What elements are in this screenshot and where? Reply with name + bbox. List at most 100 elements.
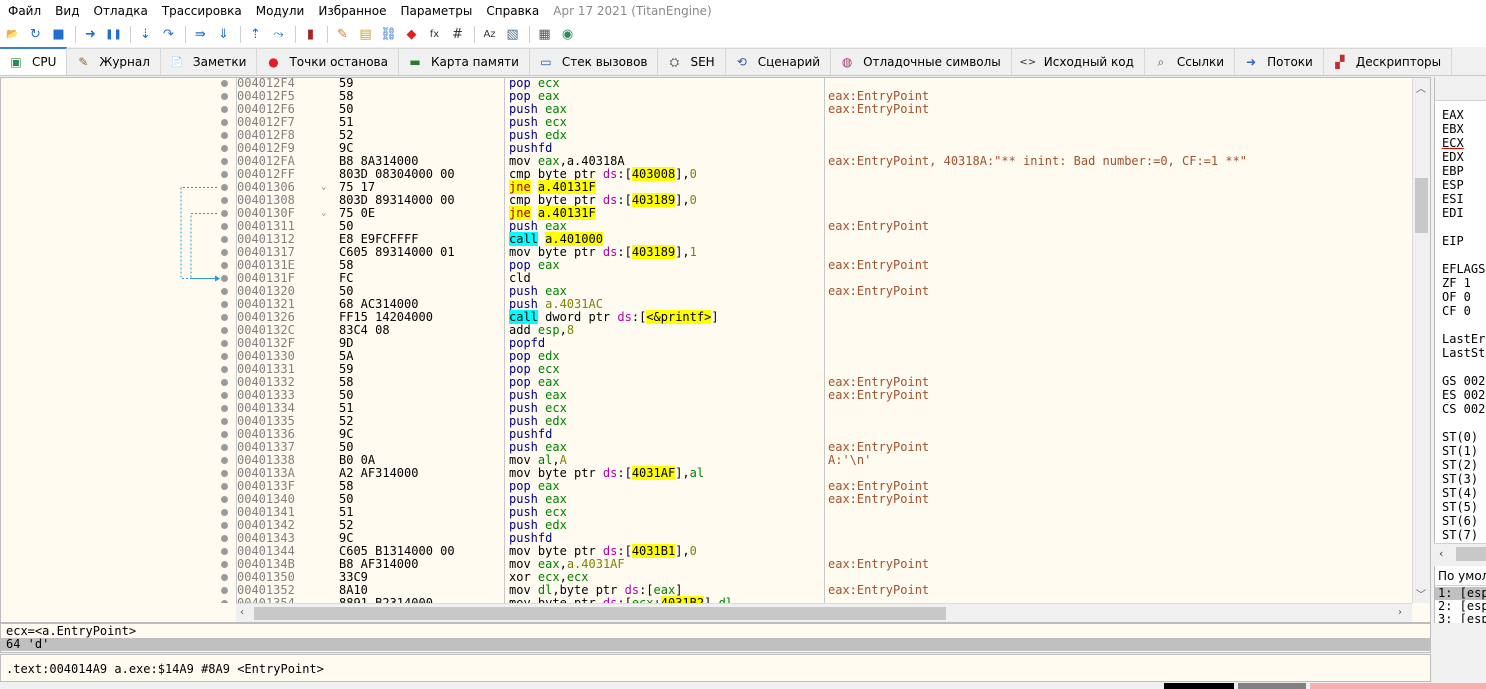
breakpoint-dot-icon[interactable]: [221, 379, 228, 386]
breakpoint-dot-icon[interactable]: [221, 470, 228, 477]
breakpoint-dot-icon[interactable]: [221, 392, 228, 399]
breakpoint-dot-icon[interactable]: [221, 80, 228, 87]
menu-help[interactable]: Справка: [479, 0, 546, 22]
menu-modules[interactable]: Модули: [249, 0, 312, 22]
register-esi[interactable]: ESI: [1442, 193, 1464, 206]
register-laststatus[interactable]: LastStatus: [1442, 347, 1486, 360]
scroll-right-icon[interactable]: ›: [1398, 607, 1402, 618]
breakpoint-dot-icon[interactable]: [221, 548, 228, 555]
register-zf[interactable]: ZF 1: [1442, 277, 1471, 290]
disasm-row[interactable]: 00401337 50 push eax eax:EntryPoint: [1, 441, 1412, 454]
breakpoint-dot-icon[interactable]: [221, 288, 228, 295]
breakpoint-dot-icon[interactable]: [221, 431, 228, 438]
register-edx[interactable]: EDX: [1442, 151, 1464, 164]
menu-trace[interactable]: Трассировка: [155, 0, 249, 22]
breakpoint-dot-icon[interactable]: [221, 535, 228, 542]
breakpoint-dot-icon[interactable]: [221, 483, 228, 490]
disasm-row[interactable]: 004012F6 50 push eax eax:EntryPoint: [1, 103, 1412, 116]
menu-debug[interactable]: Отладка: [86, 0, 154, 22]
registers-panel[interactable]: EAX EBX ECX EDX EBP ESP ESI EDI EIP EFLAGS ZF 1 OF …: [1434, 77, 1486, 564]
hash-icon[interactable]: #: [448, 25, 467, 44]
register-gs[interactable]: GS 002B: [1442, 375, 1486, 388]
tab-notes[interactable]: 📄 Заметки: [160, 48, 258, 75]
disasm-row[interactable]: 00401320 50 push eax eax:EntryPoint: [1, 285, 1412, 298]
register-st2[interactable]: ST(2): [1442, 459, 1478, 472]
scrollbar-thumb[interactable]: [254, 607, 946, 620]
tab-source[interactable]: <> Исходный код: [1011, 48, 1145, 75]
tab-log[interactable]: ✎ Журнал: [67, 48, 161, 75]
restart-icon[interactable]: ↻: [26, 25, 45, 44]
disassembly-view[interactable]: 004012F4 59 pop ecx 004012F5 58 pop eax eax:En…: [0, 77, 1431, 623]
calling-convention-dropdown[interactable]: По умолчанию: [1435, 566, 1486, 586]
breakpoint-dot-icon[interactable]: [221, 522, 228, 529]
disasm-row[interactable]: 0040130F ⌄ 75 0E jne a.40131F: [1, 206, 1412, 220]
disasm-row[interactable]: 00401341 51 push ecx: [1, 506, 1412, 519]
disasm-row[interactable]: 0040133F 58 pop eax eax:EntryPoint: [1, 480, 1412, 493]
breakpoint-dot-icon[interactable]: [221, 574, 228, 581]
breakpoint-dot-icon[interactable]: [221, 366, 228, 373]
register-st4[interactable]: ST(4): [1442, 487, 1478, 500]
scrollbar-thumb[interactable]: [1456, 547, 1486, 561]
open-icon[interactable]: 📂: [3, 25, 22, 44]
disasm-row[interactable]: 0040131F FC cld: [1, 272, 1412, 285]
breakpoint-dot-icon[interactable]: [221, 132, 228, 139]
tab-handles[interactable]: ▞ Дескрипторы: [1323, 48, 1453, 75]
breakpoint-dot-icon[interactable]: [221, 158, 228, 165]
disasm-row[interactable]: 00401306 ⌄ 75 17 jne a.40131F: [1, 180, 1412, 194]
disasm-row[interactable]: 004012F5 58 pop eax eax:EntryPoint: [1, 90, 1412, 103]
tab-threads[interactable]: ➜ Потоки: [1235, 48, 1324, 75]
tab-script[interactable]: ⟲ Сценарий: [725, 48, 832, 75]
calculator-icon[interactable]: ▦: [535, 25, 554, 44]
menu-file[interactable]: Файл: [0, 0, 48, 22]
breakpoint-dot-icon[interactable]: [221, 249, 228, 256]
breakpoint-dot-icon[interactable]: [221, 314, 228, 321]
disasm-row[interactable]: 004012FA B8 8A314000 mov eax,a.40318A eax:E…: [1, 155, 1412, 168]
step-over-icon[interactable]: ↷: [159, 25, 178, 44]
disasm-row[interactable]: 00401317 C605 89314000 01 mov byte ptr ds:…: [1, 245, 1412, 259]
breakpoint-dot-icon[interactable]: [221, 210, 228, 217]
disasm-row[interactable]: 00401312 E8 E9FCFFFF call a.401000: [1, 232, 1412, 246]
disasm-row[interactable]: 00401333 50 push eax eax:EntryPoint: [1, 389, 1412, 402]
arguments-panel[interactable]: По умолчанию 1: [esp]2: [esp+4]3: [esp+8…: [1434, 566, 1486, 623]
breakpoint-dot-icon[interactable]: [221, 262, 228, 269]
disasm-row[interactable]: 00401330 5A pop edx: [1, 350, 1412, 363]
register-es[interactable]: ES 002B: [1442, 389, 1486, 402]
tab-symbols[interactable]: ◍ Отладочные символы: [831, 48, 1012, 75]
register-ecx[interactable]: ECX: [1442, 137, 1464, 150]
info-line-value[interactable]: 64 'd': [1, 638, 1430, 651]
register-ebp[interactable]: EBP: [1442, 165, 1464, 178]
disasm-row[interactable]: 00401331 59 pop ecx: [1, 363, 1412, 376]
labels-icon[interactable]: ⛓: [379, 25, 398, 44]
scroll-down-icon[interactable]: ﹀: [1416, 586, 1426, 601]
register-st7[interactable]: ST(7): [1442, 529, 1478, 542]
web-icon[interactable]: ◉: [558, 25, 577, 44]
disasm-row[interactable]: 00401342 52 push edx: [1, 519, 1412, 532]
patches-icon[interactable]: ▧: [503, 25, 522, 44]
breakpoint-dot-icon[interactable]: [221, 509, 228, 516]
tab-breakpoints[interactable]: ● Точки останова: [257, 48, 399, 75]
bookmarks-icon[interactable]: ◆: [402, 25, 421, 44]
scylla-icon[interactable]: ▮: [301, 25, 320, 44]
disasm-row[interactable]: 00401343 9C pushfd: [1, 532, 1412, 545]
register-esp[interactable]: ESP: [1442, 179, 1464, 192]
menu-favourites[interactable]: Избранное: [311, 0, 393, 22]
breakpoint-dot-icon[interactable]: [221, 145, 228, 152]
trace-into-icon[interactable]: ⇛: [191, 25, 210, 44]
registers-header[interactable]: [1435, 77, 1486, 101]
disasm-row[interactable]: 00401311 50 push eax eax:EntryPoint: [1, 220, 1412, 233]
registers-horizontal-scrollbar[interactable]: ‹: [1434, 543, 1486, 564]
register-eip[interactable]: EIP: [1442, 235, 1464, 248]
tab-references[interactable]: ⌕ Ссылки: [1144, 48, 1236, 75]
disasm-row[interactable]: 00401334 51 push ecx: [1, 402, 1412, 415]
disasm-row[interactable]: 00401340 50 push eax eax:EntryPoint: [1, 493, 1412, 506]
register-st6[interactable]: ST(6): [1442, 515, 1478, 528]
execute-till-return-icon[interactable]: ⇡: [246, 25, 265, 44]
disasm-row[interactable]: 00401335 52 push edx: [1, 415, 1412, 428]
disasm-row[interactable]: 00401350 33C9 xor ecx,ecx: [1, 571, 1412, 584]
disassembly-rows[interactable]: 004012F4 59 pop ecx 004012F5 58 pop eax eax:En…: [1, 78, 1412, 603]
scroll-up-icon[interactable]: ︿: [1416, 80, 1426, 95]
trace-over-icon[interactable]: ⇓: [214, 25, 233, 44]
disasm-row[interactable]: 0040131E 58 pop eax eax:EntryPoint: [1, 259, 1412, 272]
info-box[interactable]: ecx=<a.EntryPoint> 64 'd': [0, 623, 1431, 653]
disassembly-horizontal-scrollbar[interactable]: ‹ ›: [236, 603, 1412, 622]
